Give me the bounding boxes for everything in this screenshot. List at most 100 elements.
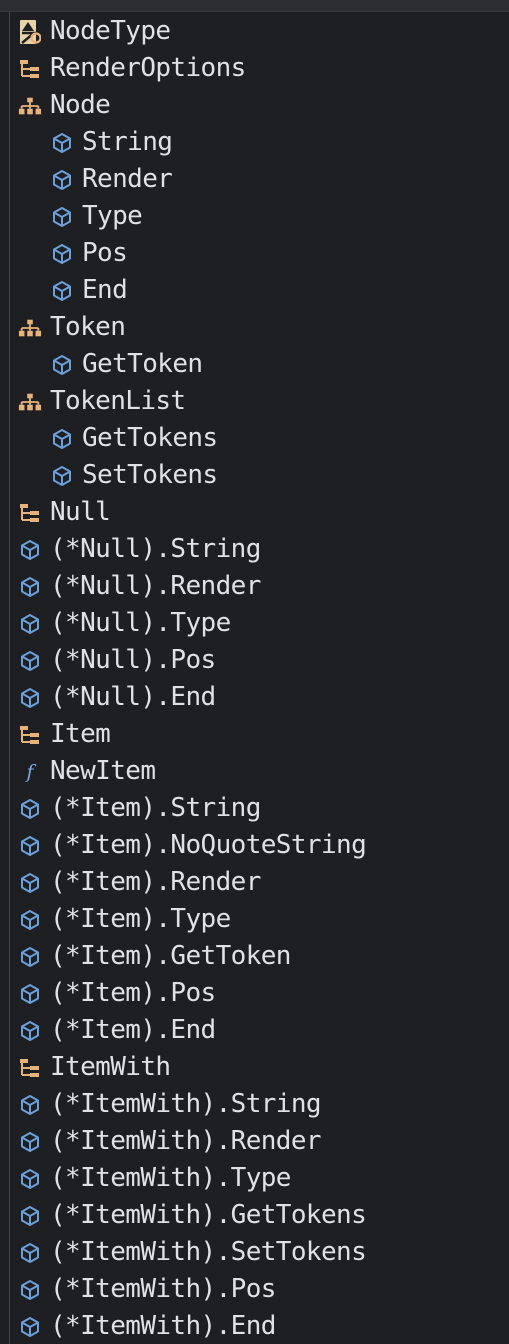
outline-item[interactable]: (*ItemWith).SetTokens [0, 1234, 509, 1271]
outline-item-label: (*Item).Render [50, 867, 261, 897]
outline-item-label: Render [82, 164, 173, 194]
outline-item[interactable]: (*ItemWith).Render [0, 1123, 509, 1160]
method-icon [50, 279, 74, 303]
outline-item-label: NodeType [50, 16, 171, 46]
outline-item[interactable]: (*ItemWith).Pos [0, 1271, 509, 1308]
outline-item[interactable]: RenderOptions [0, 50, 509, 87]
outline-item-label: (*Item).GetToken [50, 941, 291, 971]
outline-item[interactable]: (*ItemWith).String [0, 1086, 509, 1123]
method-icon [18, 834, 42, 858]
function-icon: f [18, 760, 42, 784]
svg-text:f: f [24, 761, 36, 783]
outline-item-label: GetToken [82, 349, 203, 379]
method-icon [50, 205, 74, 229]
outline-item-label: ItemWith [50, 1052, 171, 1082]
outline-item-label: (*Item).Pos [50, 978, 216, 1008]
outline-item[interactable]: (*ItemWith).End [0, 1308, 509, 1344]
method-icon [18, 1241, 42, 1265]
outline-item-label: (*ItemWith).GetTokens [50, 1200, 367, 1230]
outline-item[interactable]: (*ItemWith).GetTokens [0, 1197, 509, 1234]
outline-item-label: (*Item).String [50, 793, 261, 823]
outline-item[interactable]: TokenList [0, 383, 509, 420]
outline-item[interactable]: (*Null).Render [0, 568, 509, 605]
outline-item[interactable]: GetToken [0, 346, 509, 383]
method-icon [18, 908, 42, 932]
outline-item-label: (*ItemWith).End [50, 1311, 276, 1341]
outline-item-label: (*Null).String [50, 534, 261, 564]
method-icon [18, 612, 42, 636]
outline-item[interactable]: SetTokens [0, 457, 509, 494]
top-toolbar-edge [0, 0, 509, 12]
method-icon [50, 427, 74, 451]
outline-item[interactable]: (*Null).String [0, 531, 509, 568]
method-icon [50, 168, 74, 192]
outline-item[interactable]: ItemWith [0, 1049, 509, 1086]
outline-item-label: RenderOptions [50, 53, 246, 83]
outline-item[interactable]: (*Item).Render [0, 864, 509, 901]
outline-item-label: TokenList [50, 386, 186, 416]
struct-icon [18, 57, 42, 81]
outline-item[interactable]: (*Null).End [0, 679, 509, 716]
outline-item-label: (*ItemWith).SetTokens [50, 1237, 367, 1267]
outline-item-label: Node [50, 90, 111, 120]
method-icon [18, 1019, 42, 1043]
outline-item[interactable]: End [0, 272, 509, 309]
method-icon [18, 797, 42, 821]
method-icon [18, 649, 42, 673]
outline-item-label: End [82, 275, 128, 305]
outline-item[interactable]: f NewItem [0, 753, 509, 790]
outline-item[interactable]: (*Item).GetToken [0, 938, 509, 975]
method-icon [18, 1315, 42, 1339]
outline-item[interactable]: (*Item).NoQuoteString [0, 827, 509, 864]
outline-item-label: Token [50, 312, 126, 342]
method-icon [18, 686, 42, 710]
outline-item-label: GetTokens [82, 423, 218, 453]
outline-item[interactable]: String [0, 124, 509, 161]
structure-outline-tree: NodeType RenderOptions Node String Render Typ… [0, 13, 509, 1344]
outline-item-label: (*Null).End [50, 682, 216, 712]
method-icon [18, 575, 42, 599]
outline-item[interactable]: (*Item).Type [0, 901, 509, 938]
interface-icon [18, 316, 42, 340]
outline-item-label: (*Null).Pos [50, 645, 216, 675]
struct-icon [18, 1056, 42, 1080]
outline-item[interactable]: (*Item).String [0, 790, 509, 827]
outline-item[interactable]: (*ItemWith).Type [0, 1160, 509, 1197]
outline-item[interactable]: Node [0, 87, 509, 124]
struct-icon [18, 501, 42, 525]
method-icon [18, 1093, 42, 1117]
outline-item-label: Pos [82, 238, 128, 268]
outline-item-label: Type [82, 201, 143, 231]
method-icon [50, 353, 74, 377]
outline-item[interactable]: (*Item).End [0, 1012, 509, 1049]
outline-item[interactable]: Null [0, 494, 509, 531]
outline-item[interactable]: Token [0, 309, 509, 346]
outline-item-label: (*Item).End [50, 1015, 216, 1045]
method-icon [18, 945, 42, 969]
outline-item-label: (*ItemWith).String [50, 1089, 322, 1119]
outline-item[interactable]: Render [0, 161, 509, 198]
struct-icon [18, 723, 42, 747]
method-icon [18, 1167, 42, 1191]
outline-item-label: SetTokens [82, 460, 218, 490]
method-icon [50, 131, 74, 155]
outline-item-label: (*Item).NoQuoteString [50, 830, 367, 860]
outline-item[interactable]: (*Null).Pos [0, 642, 509, 679]
outline-item[interactable]: Type [0, 198, 509, 235]
outline-item[interactable]: GetTokens [0, 420, 509, 457]
outline-item[interactable]: (*Null).Type [0, 605, 509, 642]
outline-item[interactable]: NodeType [0, 13, 509, 50]
outline-item[interactable]: (*Item).Pos [0, 975, 509, 1012]
method-icon [50, 464, 74, 488]
outline-item[interactable]: Item [0, 716, 509, 753]
outline-item[interactable]: Pos [0, 235, 509, 272]
outline-item-label: (*Item).Type [50, 904, 231, 934]
method-icon [50, 242, 74, 266]
outline-item-label: (*Null).Render [50, 571, 261, 601]
interface-icon [18, 390, 42, 414]
outline-item-label: (*ItemWith).Render [50, 1126, 322, 1156]
method-icon [18, 1278, 42, 1302]
method-icon [18, 538, 42, 562]
outline-item-label: Null [50, 497, 111, 527]
outline-item-label: (*ItemWith).Pos [50, 1274, 276, 1304]
